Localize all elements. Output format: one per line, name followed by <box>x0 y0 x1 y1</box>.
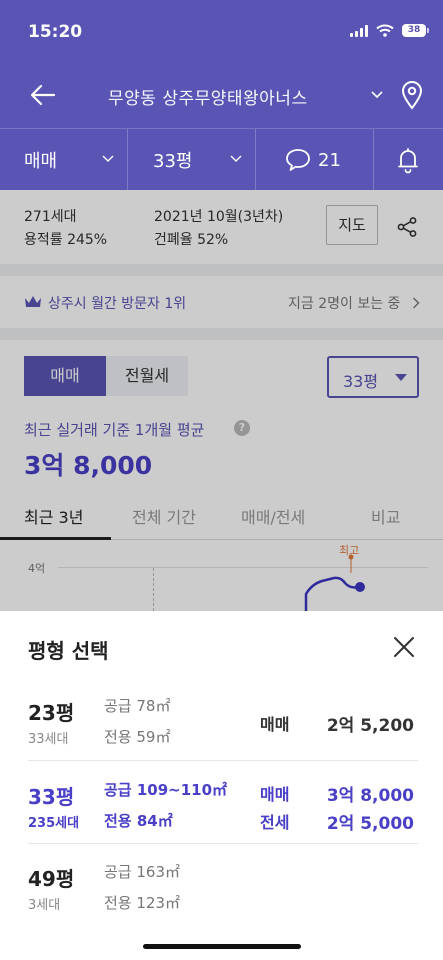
size-label: 33평 <box>28 785 75 809</box>
size-option-49[interactable]: 49평 3세대 공급 163㎡ 전용 123㎡ <box>28 859 418 929</box>
size-option-23[interactable]: 23평 33세대 공급 78㎡ 전용 59㎡ 매매 2억 5,200 <box>28 693 418 763</box>
supply-area: 공급 78㎡ <box>104 697 171 715</box>
deal-type-sale: 매매 <box>260 785 290 804</box>
comments-button[interactable]: 21 <box>284 129 341 191</box>
size-select-sheet: 평형 선택 23평 33세대 공급 78㎡ 전용 59㎡ 매매 2억 5,200… <box>0 611 443 960</box>
supply-area: 공급 109~110㎡ <box>104 781 228 799</box>
battery-icon: 38 <box>402 24 429 37</box>
nav-bar: 무양동 상주무양태왕아너스 <box>0 62 443 128</box>
sheet-title: 평형 선택 <box>28 639 109 663</box>
back-arrow-icon[interactable] <box>28 80 58 110</box>
size-households: 235세대 <box>28 816 80 831</box>
home-indicator[interactable] <box>143 944 301 949</box>
size-label: 49평 <box>28 867 75 891</box>
size-label: 23평 <box>28 701 75 725</box>
deal-type-jeonse: 전세 <box>260 813 290 832</box>
deal-type-filter[interactable]: 매매 <box>24 129 57 191</box>
size-filter[interactable]: 33평 <box>153 129 192 191</box>
deal-type: 매매 <box>260 715 290 734</box>
dim-overlay[interactable] <box>0 190 443 611</box>
status-bar: 15:20 38 <box>0 0 443 62</box>
map-pin-icon[interactable] <box>400 80 424 110</box>
supply-area: 공급 163㎡ <box>104 863 180 881</box>
cellular-signal-icon <box>350 24 368 37</box>
complex-title[interactable]: 무양동 상주무양태왕아너스 <box>108 84 308 109</box>
status-time: 15:20 <box>28 22 83 42</box>
size-households: 33세대 <box>28 732 69 747</box>
chevron-down-icon <box>102 155 114 162</box>
deal-price: 2억 5,200 <box>326 716 414 736</box>
comment-count: 21 <box>318 149 341 171</box>
battery-level: 38 <box>402 24 426 37</box>
exclusive-area: 전용 84㎡ <box>104 812 173 830</box>
close-icon[interactable] <box>392 635 416 659</box>
speech-bubble-icon <box>286 149 310 171</box>
chevron-down-icon[interactable] <box>370 90 384 100</box>
bell-icon[interactable] <box>396 146 420 174</box>
size-households: 3세대 <box>28 898 61 913</box>
size-option-33[interactable]: 33평 235세대 공급 109~110㎡ 전용 84㎡ 매매 3억 8,000… <box>28 777 418 847</box>
exclusive-area: 전용 123㎡ <box>104 894 180 912</box>
sale-price: 3억 8,000 <box>326 786 414 806</box>
size-filter-label: 33평 <box>153 151 193 172</box>
status-icons: 38 <box>350 24 429 37</box>
jeonse-price: 2억 5,000 <box>326 814 414 834</box>
exclusive-area: 전용 59㎡ <box>104 728 171 746</box>
deal-type-label: 매매 <box>24 151 58 172</box>
chevron-down-icon <box>230 155 242 162</box>
wifi-icon <box>376 24 394 37</box>
filter-bar: 매매 33평 21 <box>0 128 443 191</box>
